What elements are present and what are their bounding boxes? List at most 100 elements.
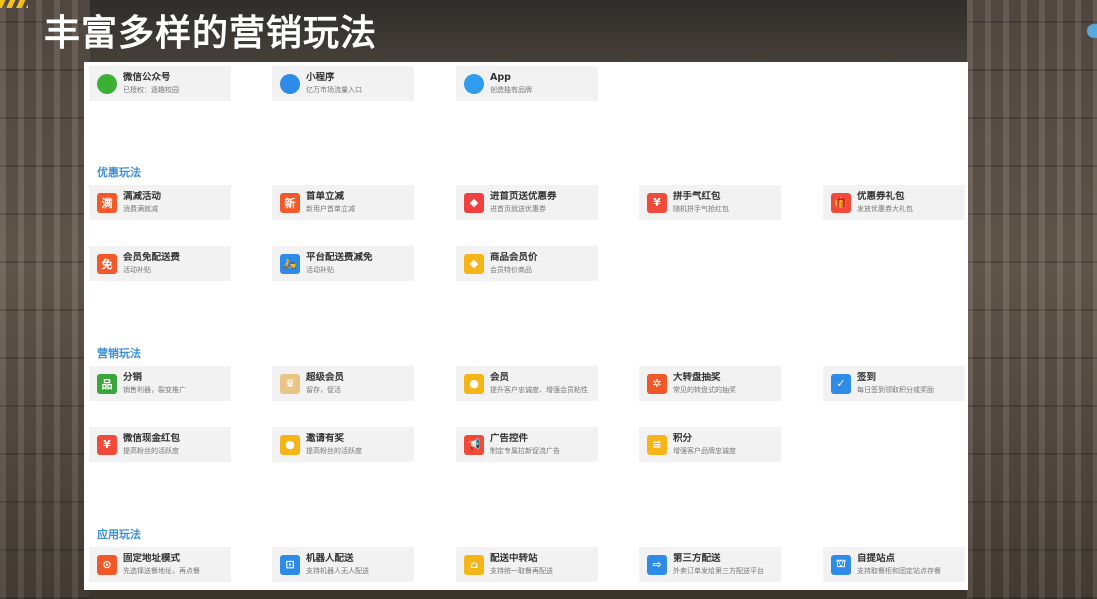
red-packet-icon: ¥ bbox=[647, 192, 667, 213]
gift-icon: 🎁 bbox=[831, 192, 851, 213]
section-title: 优惠玩法 bbox=[97, 166, 141, 179]
feature-description: 增强客户品牌忠诚度 bbox=[673, 447, 736, 455]
feature-card[interactable]: 满满减活动消费满就减 bbox=[89, 185, 231, 220]
feature-card[interactable]: 🎁 优惠券礼包发放优惠券大礼包 bbox=[823, 185, 965, 220]
corner-badge-icon bbox=[1087, 24, 1097, 38]
checkin-icon: ✓ bbox=[831, 373, 851, 394]
feature-description: 留存，促活 bbox=[306, 386, 341, 394]
feature-name: 会员免配送费 bbox=[123, 252, 181, 263]
feature-card[interactable]: ● 会员 提升客户忠诚度、增强会员粘性 bbox=[456, 366, 598, 401]
feature-description: 销售利器，裂变推广 bbox=[123, 386, 186, 394]
section-title: 应用玩法 bbox=[97, 528, 141, 541]
feature-name: 固定地址模式 bbox=[123, 553, 181, 564]
wheel-icon: ✲ bbox=[647, 373, 667, 394]
feature-name: 大转盘抽奖 bbox=[673, 372, 721, 383]
feature-card[interactable]: ⇨ 第三方配送 外卖订单发给第三方配送平台 bbox=[639, 547, 781, 582]
feature-card[interactable]: ¥ 拼手气红包随机拼手气抢红包 bbox=[639, 185, 781, 220]
page-title: 丰富多样的营销玩法 bbox=[44, 13, 378, 54]
feature-description: 会员特价商品 bbox=[490, 266, 532, 274]
features-panel: 微信公众号已授权：逐趣校园 小程序亿万市场流量入口 App 创造独有品牌优惠玩法满满减… bbox=[84, 62, 968, 590]
feature-card[interactable]: 品分销销售利器，裂变推广 bbox=[89, 366, 231, 401]
feature-card[interactable]: ⊙ 固定地址模式先选择送餐地址，再点餐 bbox=[89, 547, 231, 582]
feature-description: 提高粉丝的活跃度 bbox=[306, 447, 362, 455]
full-reduction-icon: 满 bbox=[97, 192, 117, 213]
section-title: 营销玩法 bbox=[97, 347, 141, 360]
feature-name: 平台配送费减免 bbox=[306, 252, 373, 263]
feature-description: 常见的转盘式的抽奖 bbox=[673, 386, 736, 394]
feature-name: 会员 bbox=[490, 372, 510, 383]
diamond-icon: ◆ bbox=[464, 253, 484, 274]
crown-icon: ♛ bbox=[280, 373, 300, 394]
transfer-station-icon: ⌂ bbox=[464, 554, 484, 575]
points-icon: ≡ bbox=[647, 434, 667, 455]
feature-name: 第三方配送 bbox=[673, 553, 721, 564]
feature-description: 先选择送餐地址，再点餐 bbox=[123, 567, 200, 575]
location-pin-icon: ⊙ bbox=[97, 554, 117, 575]
mini-program-icon bbox=[280, 73, 300, 94]
accent-stripes bbox=[0, 0, 28, 8]
feature-name: 机器人配送 bbox=[306, 553, 354, 564]
feature-description: 支持机器人无人配送 bbox=[306, 567, 369, 575]
pickup-station-icon: ⛫ bbox=[831, 554, 851, 575]
feature-name: 分销 bbox=[123, 372, 143, 383]
feature-card[interactable]: ◆ 商品会员价会员特价商品 bbox=[456, 246, 598, 281]
feature-card[interactable]: ✲ 大转盘抽奖常见的转盘式的抽奖 bbox=[639, 366, 781, 401]
feature-description: 支持取餐柜和固定站点存餐 bbox=[857, 567, 941, 575]
feature-description: 新用户首单立减 bbox=[306, 205, 355, 213]
feature-name: 进首页送优惠券 bbox=[490, 191, 557, 202]
feature-description: 进首页就送优惠券 bbox=[490, 205, 546, 213]
feature-name: 拼手气红包 bbox=[673, 191, 721, 202]
robot-icon: ⊡ bbox=[280, 554, 300, 575]
feature-card[interactable]: ⌂ 配送中转站支持统一取餐再配送 bbox=[456, 547, 598, 582]
feature-description: 发放优惠券大礼包 bbox=[857, 205, 913, 213]
background-building-left bbox=[0, 0, 90, 599]
cash-red-packet-icon: ¥ bbox=[97, 434, 117, 455]
feature-description: 亿万市场流量入口 bbox=[306, 86, 362, 94]
feature-description: 消费满就减 bbox=[123, 205, 158, 213]
wechat-icon bbox=[97, 73, 117, 94]
feature-description: 创造独有品牌 bbox=[490, 86, 532, 94]
feature-name: 小程序 bbox=[306, 72, 335, 83]
feature-card[interactable]: ● 邀请有奖 提高粉丝的活跃度 bbox=[272, 427, 414, 462]
feature-card[interactable]: 🛵 平台配送费减免 活动补贴 bbox=[272, 246, 414, 281]
feature-description: 提高粉丝的活跃度 bbox=[123, 447, 179, 455]
feature-card[interactable]: App 创造独有品牌 bbox=[456, 66, 598, 101]
feature-card[interactable]: ¥ 微信现金红包 提高粉丝的活跃度 bbox=[89, 427, 231, 462]
feature-card[interactable]: ⛫ 自提站点支持取餐柜和固定站点存餐 bbox=[823, 547, 965, 582]
feature-name: 满减活动 bbox=[123, 191, 162, 202]
feature-name: 签到 bbox=[857, 372, 877, 383]
feature-name: 微信现金红包 bbox=[123, 433, 181, 444]
feature-name: 超级会员 bbox=[306, 372, 345, 383]
feature-card[interactable]: 📢 广告控件 制定专属拉新促流广告 bbox=[456, 427, 598, 462]
feature-description: 制定专属拉新促流广告 bbox=[490, 447, 560, 455]
feature-name: 邀请有奖 bbox=[306, 433, 345, 444]
feature-name: 配送中转站 bbox=[490, 553, 538, 564]
feature-card[interactable]: 小程序亿万市场流量入口 bbox=[272, 66, 414, 101]
feature-card[interactable]: 免会员免配送费 活动补贴 bbox=[89, 246, 231, 281]
feature-card[interactable]: ♛ 超级会员留存，促活 bbox=[272, 366, 414, 401]
free-delivery-icon: 免 bbox=[97, 253, 117, 274]
feature-card[interactable]: ≡ 积分增强客户品牌忠诚度 bbox=[639, 427, 781, 462]
feature-card[interactable]: 新首单立减新用户首单立减 bbox=[272, 185, 414, 220]
feature-name: 自提站点 bbox=[857, 553, 896, 564]
feature-name: 积分 bbox=[673, 433, 693, 444]
feature-description: 支持统一取餐再配送 bbox=[490, 567, 553, 575]
feature-card[interactable]: ◆ 进首页送优惠券 进首页就送优惠券 bbox=[456, 185, 598, 220]
feature-card[interactable]: ✓ 签到 每日签到领取积分或奖励 bbox=[823, 366, 965, 401]
feature-name: 商品会员价 bbox=[490, 252, 538, 263]
third-party-delivery-icon: ⇨ bbox=[647, 554, 667, 575]
feature-card[interactable]: 微信公众号已授权：逐趣校园 bbox=[89, 66, 231, 101]
feature-name: 优惠券礼包 bbox=[857, 191, 905, 202]
feature-description: 已授权：逐趣校园 bbox=[123, 86, 179, 94]
first-order-icon: 新 bbox=[280, 192, 300, 213]
feature-card[interactable]: ⊡ 机器人配送支持机器人无人配送 bbox=[272, 547, 414, 582]
feature-name: 首单立减 bbox=[306, 191, 345, 202]
feature-name: 微信公众号 bbox=[123, 72, 171, 83]
feature-description: 随机拼手气抢红包 bbox=[673, 205, 729, 213]
background-building-right bbox=[967, 0, 1097, 599]
distribution-icon: 品 bbox=[97, 373, 117, 394]
member-icon: ● bbox=[464, 373, 484, 394]
feature-description: 活动补贴 bbox=[123, 266, 151, 274]
app-icon bbox=[464, 73, 484, 94]
coupon-tag-icon: ◆ bbox=[464, 192, 484, 213]
